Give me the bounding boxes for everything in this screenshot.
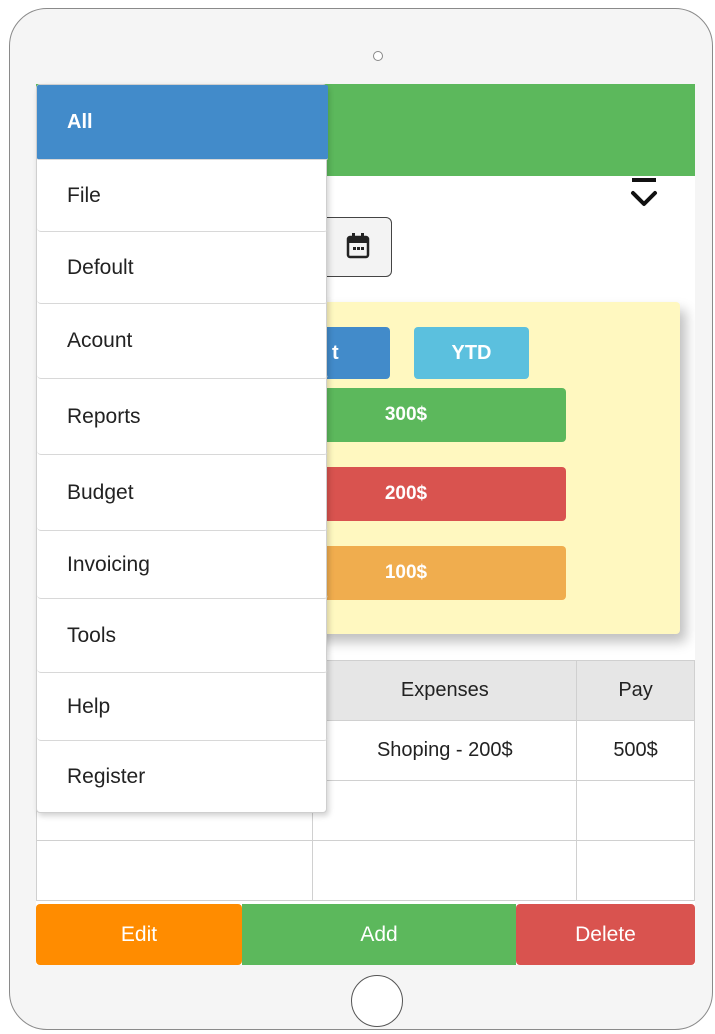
table-cell: Shoping - 200$: [312, 720, 578, 781]
table-cell: [312, 780, 578, 841]
menu-item-all[interactable]: All: [37, 85, 328, 160]
menu-item-reports[interactable]: Reports: [37, 379, 328, 455]
home-button[interactable]: [351, 975, 403, 1027]
calendar-icon: [345, 232, 371, 265]
tab-ytd[interactable]: YTD: [414, 327, 529, 379]
action-bar: Edit Add Delete: [36, 904, 695, 965]
table-row[interactable]: [36, 840, 695, 901]
menu-item-file[interactable]: File: [37, 160, 328, 232]
table-cell: [36, 840, 314, 901]
menu-item-budget[interactable]: Budget: [37, 455, 328, 531]
table-header-expenses: Expenses: [312, 660, 578, 721]
camera-dot: [373, 51, 383, 61]
table-cell: 500$: [576, 720, 695, 781]
menu-item-invoicing[interactable]: Invoicing: [37, 531, 328, 599]
category-dropdown-menu: All File Defoult Acount Reports Budget I…: [36, 84, 328, 813]
add-button[interactable]: Add: [242, 904, 516, 965]
table-cell: [576, 780, 695, 841]
menu-item-acount[interactable]: Acount: [37, 304, 328, 379]
table-header-pay: Pay: [576, 660, 695, 721]
edit-button[interactable]: Edit: [36, 904, 242, 965]
table-cell: [576, 840, 695, 901]
menu-item-help[interactable]: Help: [37, 673, 328, 741]
menu-item-tools[interactable]: Tools: [37, 599, 328, 673]
tab-current-label: t: [332, 342, 339, 364]
delete-button[interactable]: Delete: [516, 904, 695, 965]
menu-item-defoult[interactable]: Defoult: [37, 232, 328, 304]
chevron-collapse-icon[interactable]: [628, 178, 660, 214]
menu-item-register[interactable]: Register: [37, 741, 328, 813]
table-cell: [312, 840, 578, 901]
